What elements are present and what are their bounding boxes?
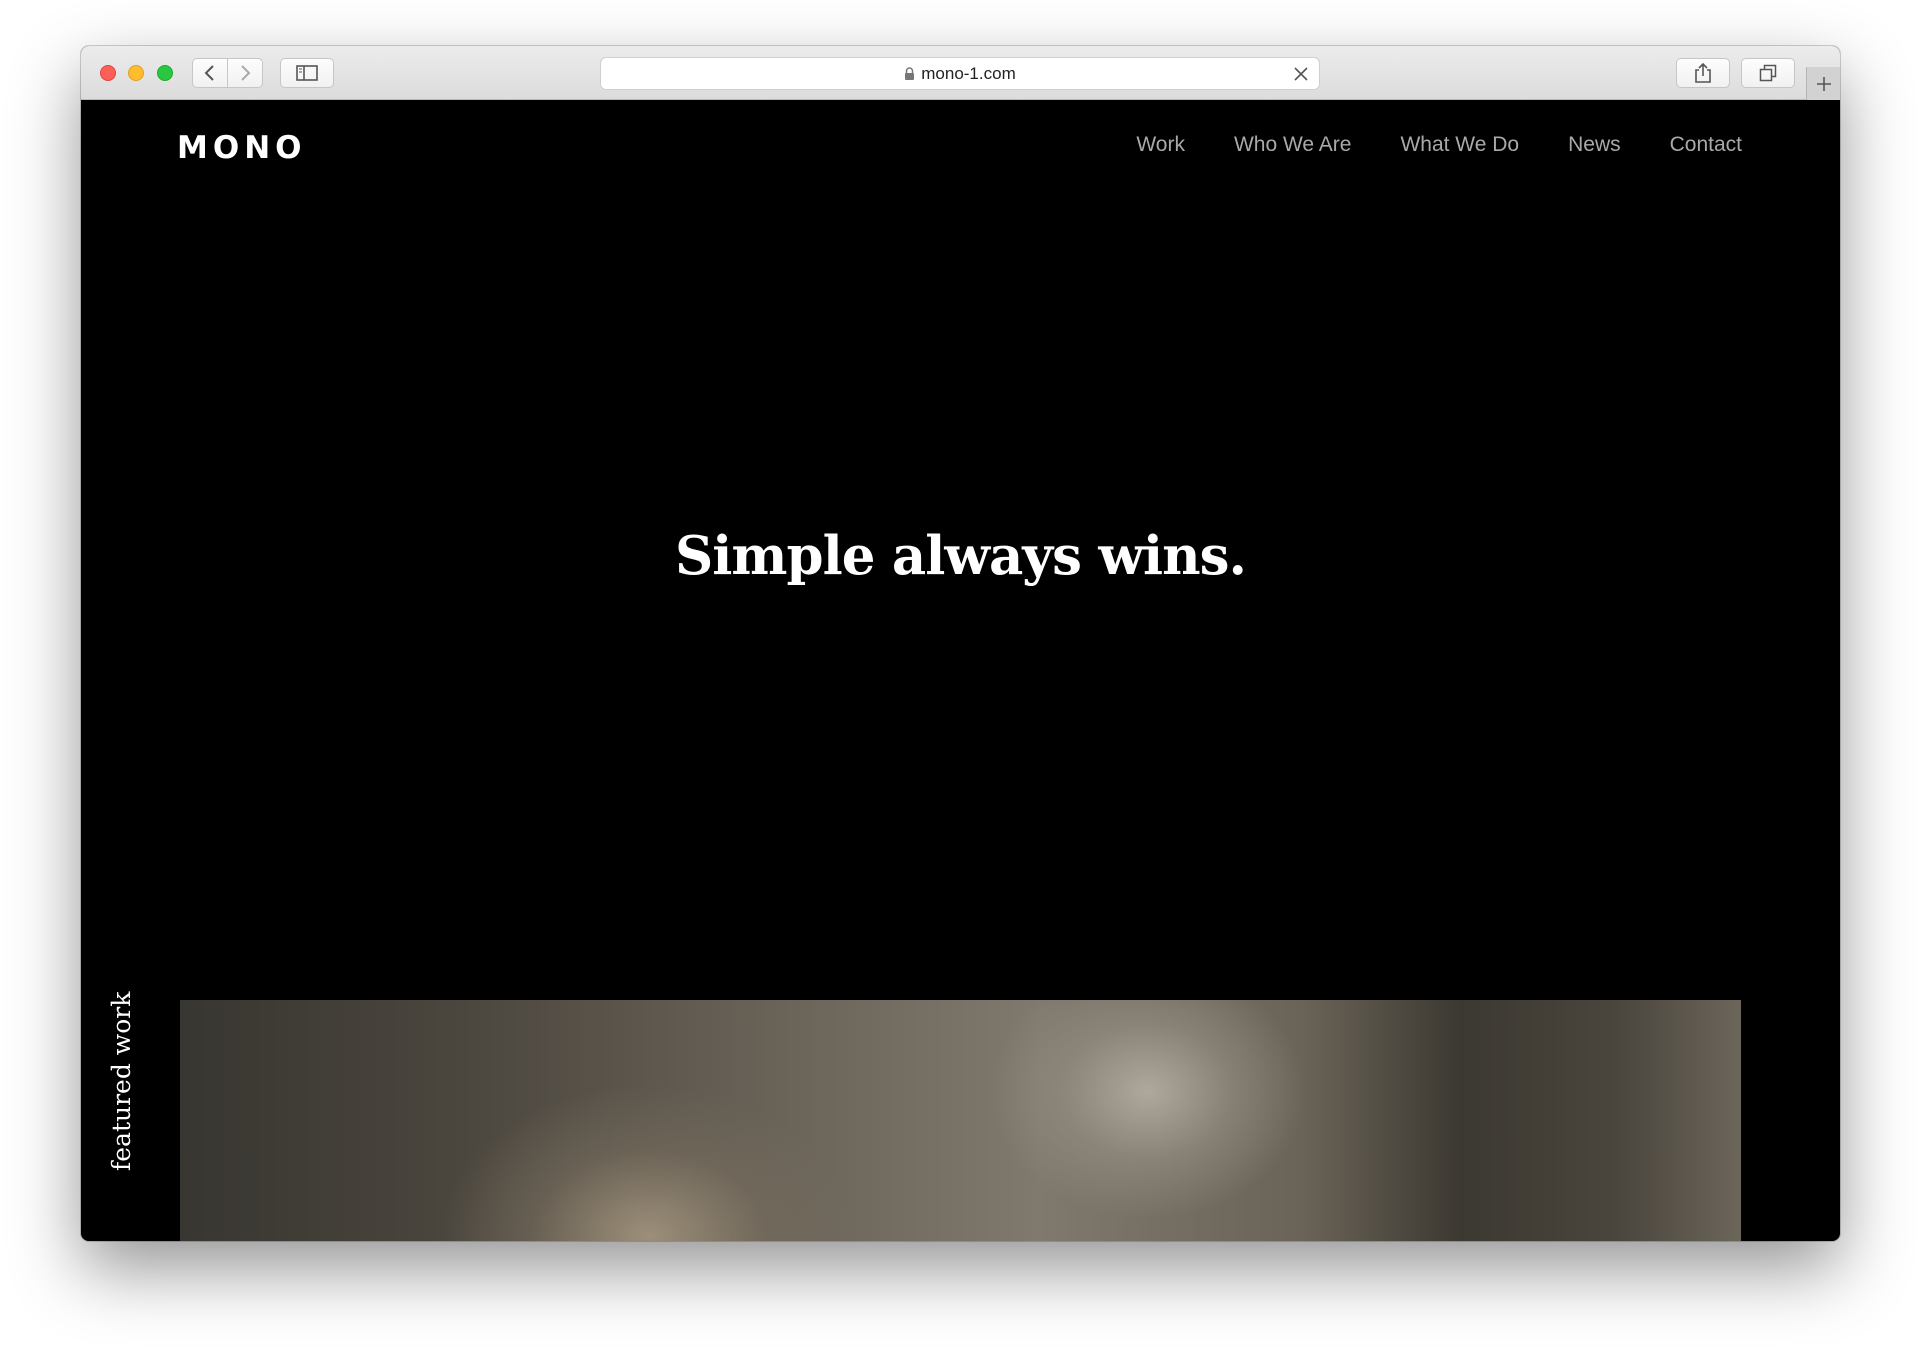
nav-what-we-do[interactable]: What We Do	[1400, 133, 1519, 157]
back-button[interactable]	[192, 58, 228, 88]
hero-headline: Simple always wins.	[675, 525, 1247, 587]
address-bar[interactable]: mono-1.com	[600, 57, 1320, 90]
plus-icon	[1816, 76, 1831, 91]
featured-work-image[interactable]	[180, 1000, 1741, 1241]
web-page: MONO Work Who We Are What We Do News Con…	[81, 101, 1840, 1241]
maximize-window-button[interactable]	[157, 65, 173, 81]
nav-who-we-are[interactable]: Who We Are	[1234, 133, 1352, 157]
tabs-icon	[1759, 64, 1777, 82]
sidebar-icon	[296, 65, 318, 81]
nav-news[interactable]: News	[1568, 133, 1621, 157]
featured-work-label: featured work	[107, 991, 136, 1171]
browser-window: mono-1.com MONO Work Who We Are What We …	[81, 46, 1840, 1241]
minimize-window-button[interactable]	[128, 65, 144, 81]
close-window-button[interactable]	[100, 65, 116, 81]
nav-contact[interactable]: Contact	[1670, 133, 1742, 157]
chevron-left-icon	[204, 65, 214, 81]
chevron-right-icon	[241, 65, 251, 81]
stop-loading-button[interactable]	[1291, 64, 1311, 84]
share-button[interactable]	[1676, 58, 1730, 88]
new-tab-button[interactable]	[1806, 67, 1840, 100]
show-tabs-button[interactable]	[1741, 58, 1795, 88]
nav-work[interactable]: Work	[1136, 133, 1185, 157]
sidebar-toggle-button[interactable]	[280, 58, 334, 88]
forward-button[interactable]	[227, 58, 263, 88]
browser-toolbar: mono-1.com	[81, 46, 1840, 100]
close-icon	[1294, 67, 1308, 81]
url-text: mono-1.com	[921, 63, 1016, 83]
main-nav: Work Who We Are What We Do News Contact	[1087, 133, 1742, 157]
lock-icon	[905, 66, 915, 80]
share-icon	[1695, 62, 1711, 83]
site-logo[interactable]: MONO	[177, 130, 307, 166]
